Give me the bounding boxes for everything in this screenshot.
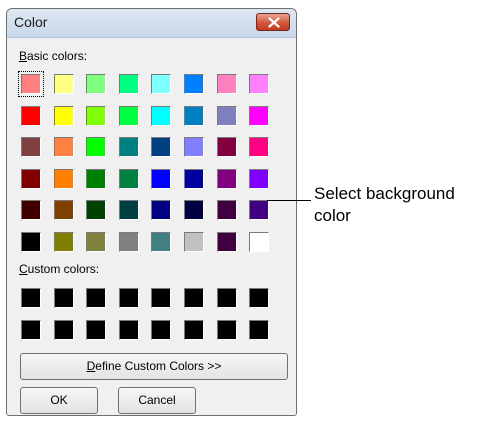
basic-color-swatch[interactable] [249,105,270,126]
custom-colors-label-text: ustom colors: [27,262,100,276]
define-mnemonic: D [86,359,96,373]
basic-color-swatch[interactable] [184,200,204,221]
basic-color-swatch[interactable] [249,232,270,252]
basic-color-swatch[interactable] [53,137,74,158]
basic-color-swatch[interactable] [118,137,139,158]
basic-color-swatch[interactable] [249,168,270,189]
custom-color-swatch[interactable] [53,288,74,308]
custom-colors-label: Custom colors: [19,262,99,276]
basic-color-swatch[interactable] [53,168,74,189]
basic-color-swatch[interactable] [86,74,107,94]
color-dialog: Color Basic colors: Custom colors: Defin… [6,8,297,416]
basic-color-swatch[interactable] [151,137,172,158]
basic-color-swatch[interactable] [53,74,74,94]
custom-color-swatch[interactable] [184,319,204,340]
close-button[interactable] [256,13,290,31]
basic-color-swatch[interactable] [216,74,237,94]
basic-color-swatch[interactable] [151,74,172,94]
basic-color-swatch[interactable] [216,232,237,252]
basic-color-swatch[interactable] [21,200,41,221]
basic-color-swatch[interactable] [86,200,107,221]
basic-color-swatch[interactable] [86,137,107,158]
basic-color-swatch[interactable] [53,105,74,126]
custom-color-swatch[interactable] [53,319,74,340]
custom-color-swatch[interactable] [86,288,107,308]
basic-color-swatch[interactable] [184,232,204,252]
basic-color-swatch[interactable] [21,137,41,158]
custom-color-swatch[interactable] [216,319,237,340]
basic-color-swatch[interactable] [151,105,172,126]
custom-color-swatch[interactable] [21,319,41,340]
custom-color-swatch[interactable] [118,319,139,340]
custom-color-swatch[interactable] [184,288,204,308]
basic-color-swatch[interactable] [216,105,237,126]
basic-color-swatch[interactable] [21,232,41,252]
basic-color-swatch[interactable] [216,168,237,189]
callout-line-1: Select background [314,184,455,203]
basic-colors-label: Basic colors: [19,49,87,63]
basic-color-swatch[interactable] [53,232,74,252]
title-bar[interactable]: Color [7,9,296,38]
basic-color-swatch[interactable] [86,168,107,189]
basic-color-swatch[interactable] [118,200,139,221]
close-x-icon [268,17,280,28]
dialog-title: Color [14,14,48,30]
custom-color-swatch[interactable] [216,288,237,308]
basic-color-swatch[interactable] [216,137,237,158]
dialog-body: Basic colors: Custom colors: Define Cust… [7,38,296,415]
basic-color-swatch[interactable] [184,74,204,94]
basic-color-swatch[interactable] [21,105,41,126]
define-custom-colors-button[interactable]: Define Custom Colors >> [20,353,288,380]
basic-color-swatch[interactable] [18,71,44,97]
basic-color-swatch[interactable] [151,168,172,189]
custom-color-swatch[interactable] [151,319,172,340]
basic-color-swatch[interactable] [249,137,270,158]
define-button-label: efine Custom Colors >> [95,359,222,373]
basic-color-swatch[interactable] [86,105,107,126]
basic-color-swatch[interactable] [118,74,139,94]
basic-color-swatch[interactable] [249,74,270,94]
basic-color-swatch[interactable] [118,105,139,126]
basic-color-swatch[interactable] [151,200,172,221]
basic-color-swatch[interactable] [184,168,204,189]
custom-colors-mnemonic: C [19,262,28,276]
basic-color-swatch[interactable] [53,200,74,221]
custom-color-swatch[interactable] [151,288,172,308]
basic-color-swatch[interactable] [86,232,107,252]
basic-colors-mnemonic: B [19,49,28,63]
callout-leader-line [267,200,311,201]
basic-color-swatch[interactable] [216,200,237,221]
ok-button[interactable]: OK [20,387,98,414]
custom-color-swatch[interactable] [21,288,41,308]
custom-color-swatch[interactable] [86,319,107,340]
basic-color-swatch[interactable] [21,168,41,189]
basic-color-swatch[interactable] [184,105,204,126]
basic-color-swatch[interactable] [184,137,204,158]
custom-color-swatch[interactable] [249,319,270,340]
basic-colors-label-text: asic colors: [27,49,88,63]
basic-color-swatch[interactable] [118,168,139,189]
callout-line-2: color [314,206,351,225]
cancel-button[interactable]: Cancel [118,387,196,414]
callout-annotation: Select background color [314,183,455,227]
basic-color-swatch[interactable] [118,232,139,252]
custom-color-swatch[interactable] [249,288,270,308]
basic-color-swatch[interactable] [151,232,172,252]
screenshot-canvas: Color Basic colors: Custom colors: Defin… [0,0,492,422]
basic-color-swatch[interactable] [249,200,270,221]
custom-color-swatch[interactable] [118,288,139,308]
